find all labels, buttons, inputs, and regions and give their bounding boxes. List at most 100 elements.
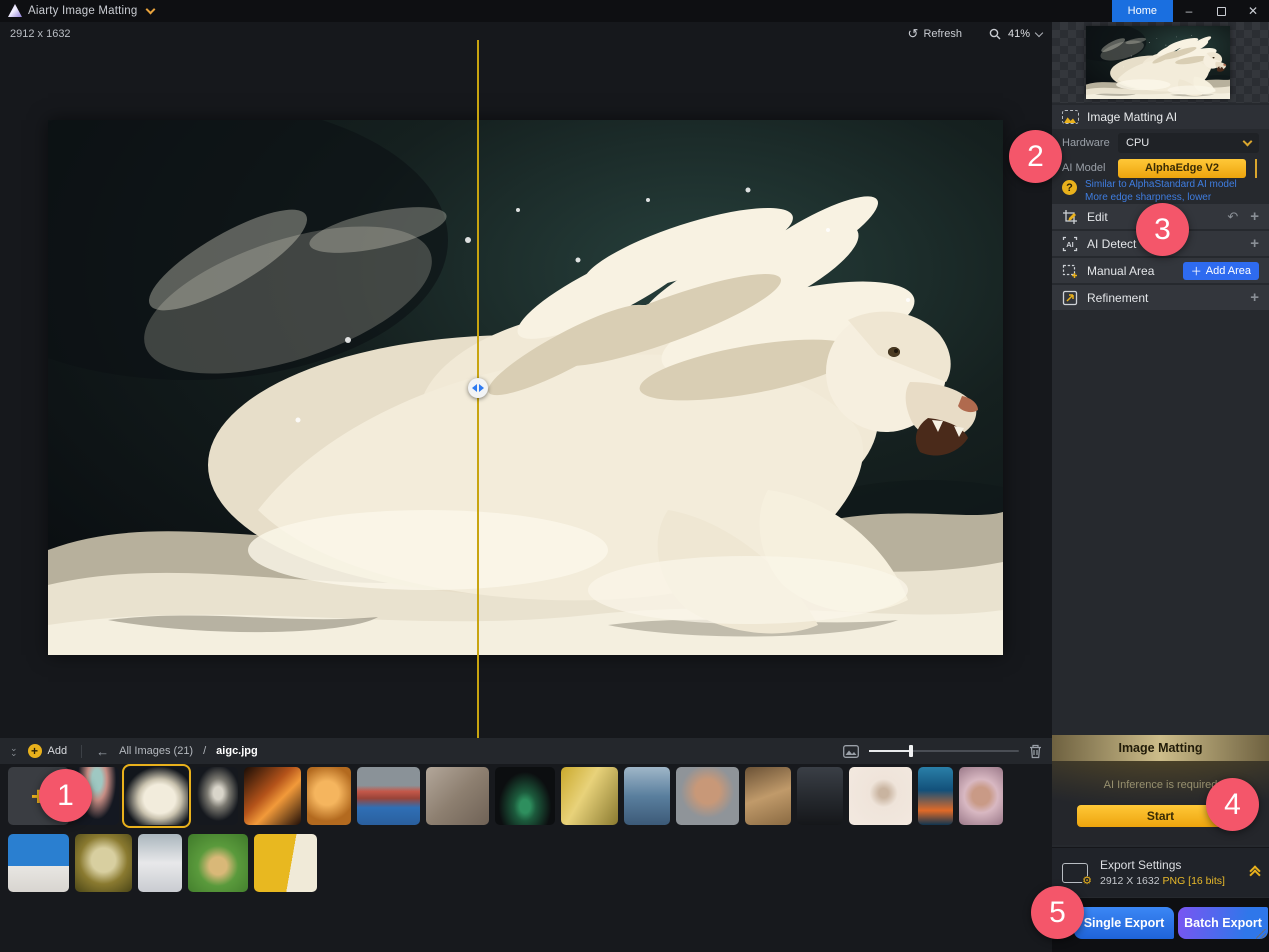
- ai-model-label: AI Model: [1062, 162, 1118, 174]
- window-resize-grip[interactable]: [1256, 929, 1266, 939]
- refinement-expand-plus-icon[interactable]: +: [1250, 290, 1259, 305]
- maximize-button[interactable]: [1205, 0, 1237, 22]
- refresh-label: Refresh: [923, 28, 962, 40]
- collapse-export-chevron-icon[interactable]: [1251, 867, 1259, 879]
- divider-arrow-left-icon: [472, 384, 477, 392]
- back-arrow-icon[interactable]: ←: [96, 744, 109, 759]
- slider-fill: [869, 750, 911, 752]
- add-plus-icon: +: [28, 744, 42, 758]
- title-chevron-down-icon[interactable]: [146, 5, 156, 15]
- breadcrumb-all-images[interactable]: All Images (21): [119, 745, 193, 757]
- thumbnail-blue-dress-woman[interactable]: [624, 767, 670, 825]
- thumbnail-bearded-man[interactable]: [676, 767, 739, 825]
- thumbnail-white-dove[interactable]: [194, 767, 238, 825]
- export-footer: Single Export Batch Export: [1052, 898, 1269, 952]
- minimize-button[interactable]: –: [1173, 0, 1205, 22]
- refresh-button[interactable]: ↺ Refresh: [908, 26, 962, 42]
- main-image[interactable]: [48, 120, 1003, 655]
- filmstrip: ⌄⌄ + Add ← All Images (21) / aigc.jpg: [0, 738, 1052, 952]
- hardware-chevron-down-icon: [1243, 137, 1253, 147]
- zoom-control[interactable]: 41%: [988, 27, 1042, 41]
- ai-detect-icon: AI: [1062, 236, 1078, 252]
- compare-divider-handle[interactable]: [468, 378, 488, 398]
- tool-row-manual-area[interactable]: Manual Area ＋ Add Area: [1052, 258, 1269, 283]
- thumb-row-2: [8, 834, 317, 892]
- thumbnail-orange-cat[interactable]: [307, 767, 351, 825]
- tool-row-refinement[interactable]: Refinement +: [1052, 285, 1269, 310]
- hardware-dropdown[interactable]: CPU: [1118, 133, 1259, 153]
- export-format: PNG: [1162, 875, 1185, 887]
- thumbnail-size-slider[interactable]: [869, 750, 1019, 752]
- thumbnail-fire-couple[interactable]: [244, 767, 301, 825]
- refinement-icon: [1062, 290, 1078, 306]
- callout-4: 4: [1206, 778, 1259, 831]
- add-area-plus-icon: ＋: [1191, 263, 1202, 279]
- close-button[interactable]: ✕: [1237, 0, 1269, 22]
- undo-icon[interactable]: ↶: [1227, 209, 1238, 225]
- edit-expand-plus-icon[interactable]: +: [1250, 209, 1259, 224]
- thumbnail-blonde-woman[interactable]: [426, 767, 489, 825]
- thumbnail-skateboarder[interactable]: [8, 834, 69, 892]
- ai-model-row: AI Model AlphaEdge V2: [1052, 157, 1269, 179]
- section-image-matting-ai: Image Matting AI: [1052, 105, 1269, 129]
- collapse-filmstrip-icon[interactable]: ⌄⌄: [10, 746, 18, 756]
- breadcrumb-separator: /: [203, 745, 206, 757]
- hardware-label: Hardware: [1062, 137, 1118, 149]
- thumbnail-red-haired-woman[interactable]: [357, 767, 420, 825]
- thumbnail-bride-white-dress[interactable]: [138, 834, 182, 892]
- thumbnail-yellow-bicycle-scene[interactable]: [254, 834, 317, 892]
- callout-1: 1: [39, 769, 92, 822]
- breadcrumb-current-file: aigc.jpg: [216, 745, 258, 757]
- home-button[interactable]: Home: [1112, 0, 1173, 22]
- gear-icon: ⚙: [1082, 876, 1092, 887]
- section-title: Image Matting AI: [1087, 110, 1177, 124]
- export-settings-title: Export Settings: [1100, 858, 1225, 872]
- divider-arrow-right-icon: [479, 384, 484, 392]
- ai-model-value-pill[interactable]: AlphaEdge V2: [1118, 159, 1246, 178]
- ai-detect-label: AI Detect: [1087, 237, 1136, 251]
- thumbnail-spider-web[interactable]: [75, 834, 132, 892]
- toolbar-separator: [81, 745, 82, 758]
- add-image-button[interactable]: + Add: [28, 744, 68, 758]
- manual-area-icon: [1062, 263, 1078, 279]
- image-matting-ai-icon: [1062, 110, 1079, 124]
- callout-3: 3: [1136, 203, 1189, 256]
- edit-label: Edit: [1087, 210, 1108, 224]
- batch-export-button[interactable]: Batch Export: [1178, 907, 1268, 939]
- help-icon[interactable]: ?: [1062, 180, 1077, 195]
- ai-model-chevron-down-icon[interactable]: [1255, 159, 1257, 178]
- export-resolution: 2912 X 1632: [1100, 875, 1160, 887]
- ai-detect-expand-plus-icon[interactable]: +: [1250, 236, 1259, 251]
- single-export-button[interactable]: Single Export: [1074, 907, 1174, 939]
- hardware-row: Hardware CPU: [1052, 132, 1269, 154]
- trash-icon[interactable]: [1029, 744, 1042, 759]
- thumbnail-blue-silhouette-woman[interactable]: [918, 767, 953, 825]
- navigator-image: [1086, 26, 1230, 99]
- callout-5: 5: [1031, 886, 1084, 939]
- navigator-preview[interactable]: [1052, 22, 1269, 103]
- title-bar: Aiarty Image Matting Home – ✕: [0, 0, 1269, 22]
- add-area-label: Add Area: [1206, 265, 1251, 277]
- thumbnail-yellow-veil-woman[interactable]: [561, 767, 618, 825]
- export-bit-depth: [16 bits]: [1188, 875, 1225, 887]
- thumb-row-1: +: [8, 767, 1003, 825]
- thumbnail-child-with-cat[interactable]: [745, 767, 791, 825]
- zoom-chevron-down-icon[interactable]: [1035, 28, 1043, 36]
- thumbnail-size-icon: [843, 745, 859, 758]
- app-window: Aiarty Image Matting Home – ✕ 2912 x 163…: [0, 0, 1269, 952]
- add-area-button[interactable]: ＋ Add Area: [1183, 262, 1259, 280]
- thumbnail-hand-white-bg[interactable]: [849, 767, 912, 825]
- thumbnail-flower-woman[interactable]: [959, 767, 1003, 825]
- thumbnail-man-in-suit[interactable]: [797, 767, 843, 825]
- app-logo-icon: [8, 4, 22, 17]
- manual-area-label: Manual Area: [1087, 264, 1154, 278]
- hint-line-1: Similar to AlphaStandard AI model: [1085, 178, 1263, 191]
- export-settings-icon: ⚙: [1062, 863, 1088, 883]
- thumbnail-two-puppies[interactable]: [188, 834, 248, 892]
- refresh-icon: ↺: [908, 26, 919, 42]
- svg-text:AI: AI: [1066, 240, 1074, 249]
- slider-handle[interactable]: [909, 745, 913, 757]
- export-settings-row[interactable]: ⚙ Export Settings 2912 X 1632 PNG [16 bi…: [1052, 847, 1269, 897]
- thumbnail-emerald-necklace[interactable]: [495, 767, 555, 825]
- thumbnail-white-lion[interactable]: [125, 767, 188, 825]
